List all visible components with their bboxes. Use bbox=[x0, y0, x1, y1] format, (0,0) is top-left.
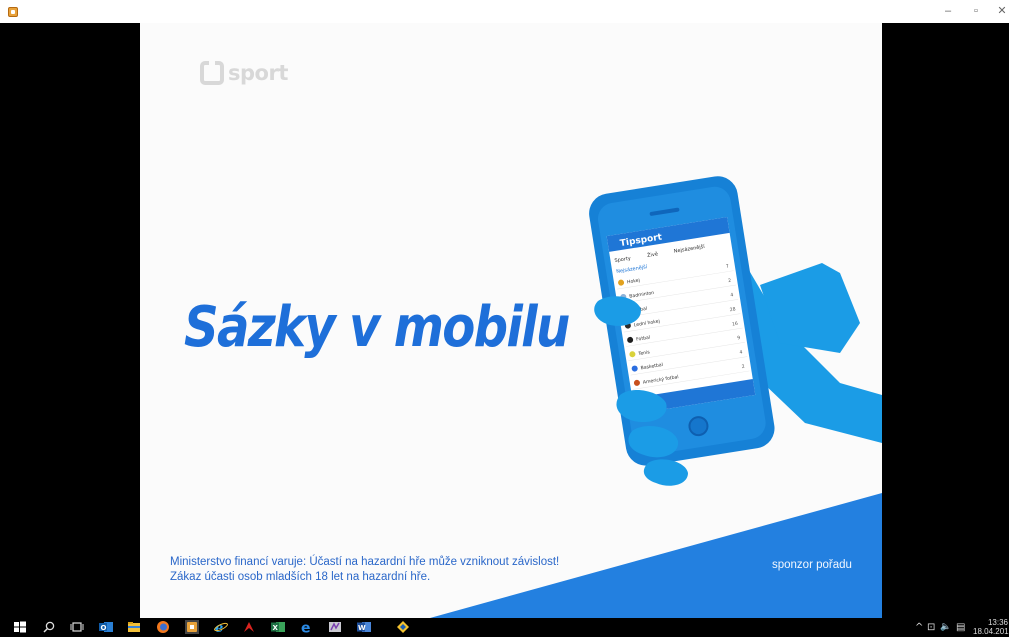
network-icon[interactable]: ⊡ bbox=[927, 620, 935, 635]
taskbar-clock[interactable]: 13:36 18.04.2017 bbox=[973, 618, 1009, 637]
onenote-icon[interactable] bbox=[328, 620, 342, 634]
clock-time: 13:36 bbox=[987, 618, 1008, 627]
finger bbox=[643, 459, 688, 486]
video-frame: Tipsport Sporty Živě Nejsázenější Nejsáz… bbox=[140, 23, 882, 618]
ct-logo-icon bbox=[200, 61, 224, 85]
svg-text:W: W bbox=[358, 624, 366, 632]
warning-line-2: Zákaz účasti osob mladších 18 let na haz… bbox=[170, 571, 431, 583]
video-area[interactable]: Tipsport Sporty Živě Nejsázenější Nejsáz… bbox=[0, 23, 1009, 618]
clock-date: 18.04.2017 bbox=[973, 627, 1009, 636]
sponsor-label: sponzor pořadu bbox=[772, 559, 852, 571]
file-explorer-icon[interactable] bbox=[127, 620, 141, 634]
firefox-icon[interactable] bbox=[156, 620, 170, 634]
sport-count: 28 bbox=[729, 306, 736, 313]
ct-sport-logo: sport bbox=[200, 59, 288, 87]
outlook-icon[interactable]: O bbox=[99, 620, 113, 634]
minimize-button[interactable]: – bbox=[934, 3, 962, 20]
window-title-bar: – ▫ ✕ bbox=[0, 0, 1009, 23]
gambling-warning: Ministerstvo financí varuje: Účastí na h… bbox=[170, 555, 559, 585]
warning-line-1: Ministerstvo financí varuje: Účastí na h… bbox=[170, 556, 560, 568]
notification-icon[interactable]: ▤ bbox=[956, 620, 965, 635]
acrobat-icon[interactable] bbox=[242, 620, 256, 634]
media-player-icon bbox=[8, 7, 18, 17]
volume-icon[interactable]: 🔈 bbox=[940, 620, 951, 635]
edge-icon[interactable]: e bbox=[300, 620, 314, 635]
app-icon[interactable] bbox=[396, 620, 410, 634]
sport-count: 16 bbox=[732, 321, 739, 328]
windows-start-icon[interactable] bbox=[13, 620, 27, 634]
ad-headline: Sázky v mobilu bbox=[184, 295, 570, 360]
internet-explorer-icon[interactable]: e bbox=[214, 620, 228, 634]
excel-icon[interactable]: X bbox=[271, 620, 285, 634]
search-icon[interactable] bbox=[42, 620, 56, 634]
close-button[interactable]: ✕ bbox=[988, 3, 1009, 20]
word-icon[interactable]: W bbox=[357, 620, 371, 634]
task-view-icon[interactable] bbox=[70, 620, 84, 634]
svg-text:X: X bbox=[273, 624, 279, 632]
media-player-icon[interactable] bbox=[185, 620, 199, 634]
svg-text:e: e bbox=[301, 621, 311, 635]
taskbar: O e X e W ^ ⊡ 🔈 ▤ 13:36 18.04.2017 bbox=[0, 618, 1009, 637]
maximize-button[interactable]: ▫ bbox=[962, 3, 990, 20]
tray-chevron-icon[interactable]: ^ bbox=[915, 620, 923, 635]
svg-text:O: O bbox=[101, 624, 107, 632]
logo-text: sport bbox=[228, 61, 288, 85]
